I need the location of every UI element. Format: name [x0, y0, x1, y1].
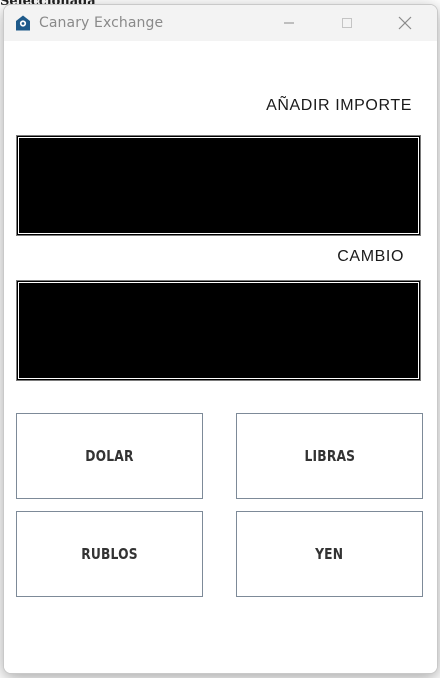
yen-button-label: YEN [315, 545, 344, 563]
window-title: Canary Exchange [39, 15, 164, 31]
rublos-button-label: RUBLOS [81, 545, 138, 563]
close-icon [398, 16, 412, 30]
minimize-button[interactable] [260, 5, 318, 41]
yen-button[interactable]: YEN [236, 511, 423, 597]
dolar-button-label: DOLAR [85, 447, 134, 465]
rublos-button[interactable]: RUBLOS [16, 511, 203, 597]
libras-button-label: LIBRAS [304, 447, 355, 465]
house-icon [16, 15, 30, 31]
amount-input[interactable] [17, 136, 420, 235]
exchange-field[interactable] [16, 280, 421, 381]
libras-button[interactable]: LIBRAS [236, 413, 423, 499]
maximize-button[interactable] [318, 5, 376, 41]
exchange-label: CAMBIO [337, 248, 404, 265]
minimize-icon [284, 22, 294, 24]
close-button[interactable] [376, 5, 434, 41]
amount-field[interactable] [16, 135, 421, 236]
dolar-button[interactable]: DOLAR [16, 413, 203, 499]
app-window: Canary Exchange AÑADIR IMPORTE CAMBIO DO… [3, 4, 438, 674]
title-bar[interactable]: Canary Exchange [4, 5, 437, 41]
maximize-icon [342, 18, 352, 28]
amount-label: AÑADIR IMPORTE [266, 97, 412, 114]
exchange-result-input[interactable] [17, 281, 420, 380]
window-content: AÑADIR IMPORTE CAMBIO DOLAR LIBRAS RUBLO… [4, 41, 437, 673]
